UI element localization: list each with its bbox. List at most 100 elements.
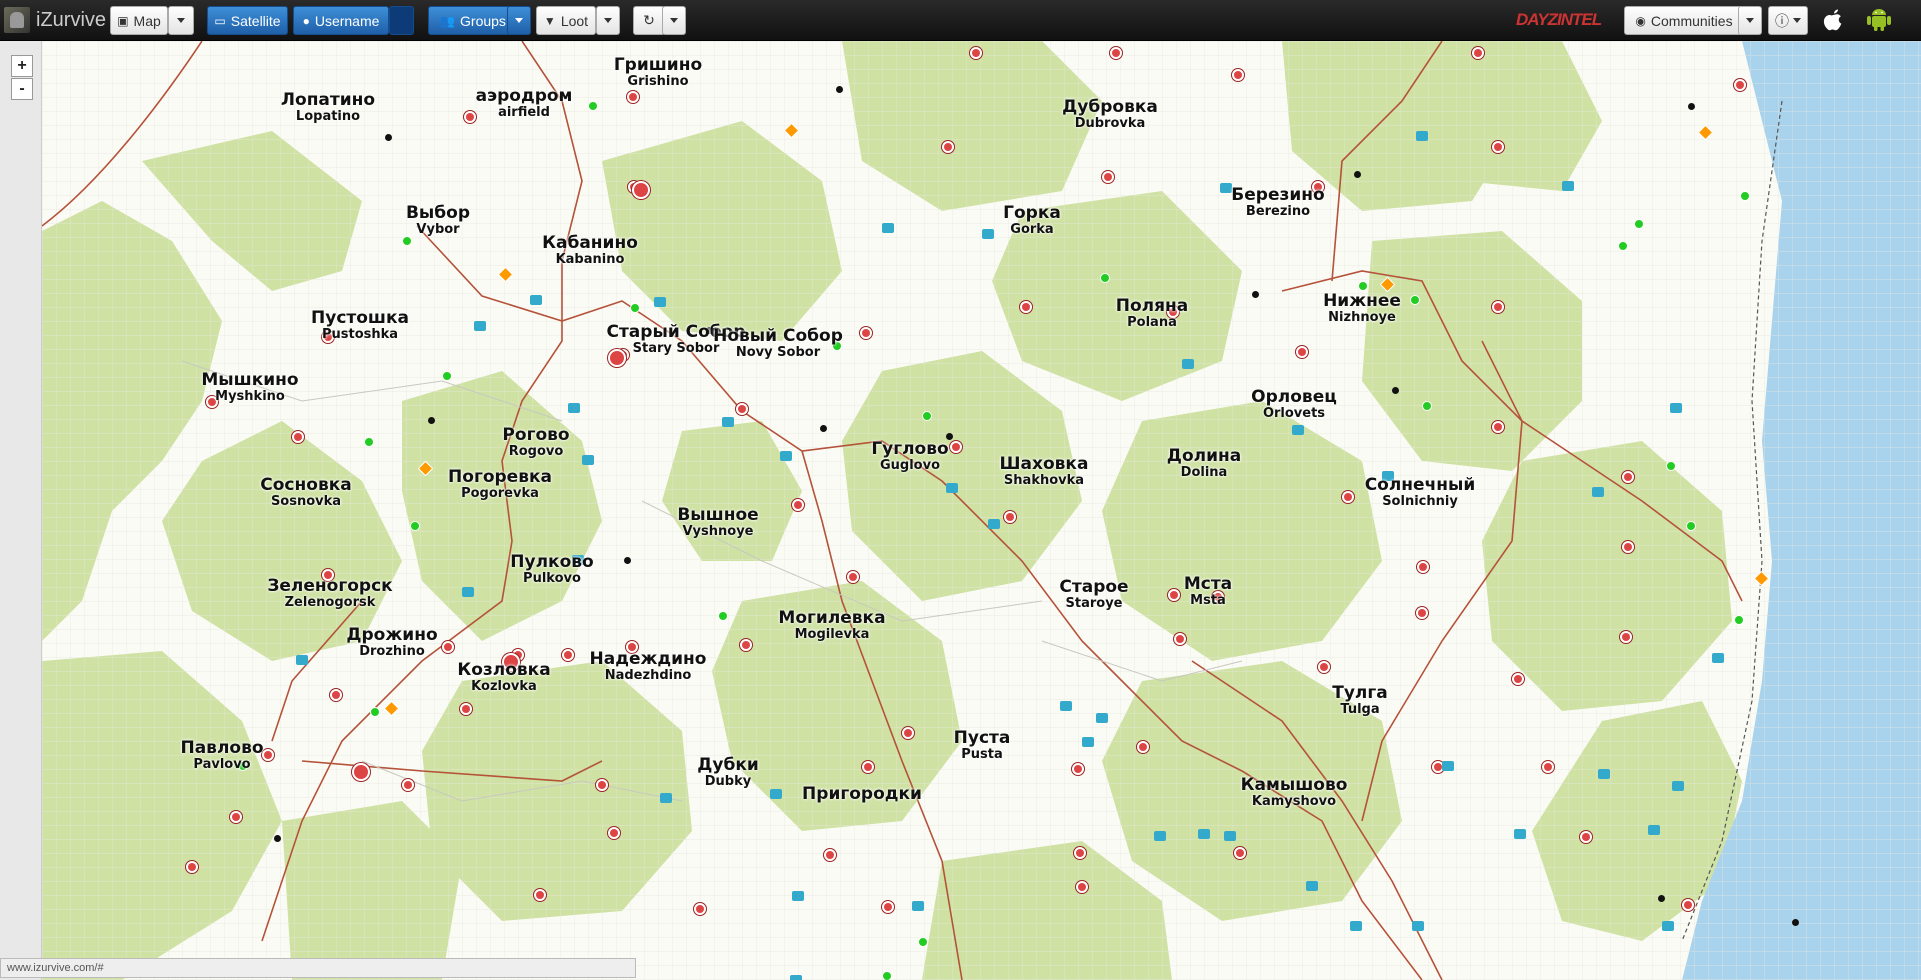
vehicle-marker[interactable] [1618, 241, 1628, 251]
vehicle-marker[interactable] [918, 937, 928, 947]
boat-marker[interactable] [568, 403, 580, 413]
boat-marker[interactable] [882, 223, 894, 233]
boat-marker[interactable] [1562, 181, 1574, 191]
loot-marker[interactable] [860, 327, 872, 339]
loot-marker[interactable] [1168, 589, 1180, 601]
refresh-dropdown[interactable] [662, 6, 686, 35]
boat-marker[interactable] [1662, 921, 1674, 931]
loot-marker[interactable] [1234, 847, 1246, 859]
boat-marker[interactable] [1592, 487, 1604, 497]
loot-marker[interactable] [442, 641, 454, 653]
city-label[interactable]: Зеленогорск Zelenogorsk [267, 578, 392, 610]
city-label[interactable]: Долина Dolina [1167, 448, 1241, 480]
boat-marker[interactable] [1224, 831, 1236, 841]
loot-marker[interactable] [330, 689, 342, 701]
boat-marker[interactable] [1182, 359, 1194, 369]
vehicle-marker[interactable] [364, 437, 374, 447]
city-label[interactable]: Березино Berezino [1231, 187, 1324, 219]
loot-marker[interactable] [736, 403, 748, 415]
vehicle-marker[interactable] [410, 521, 420, 531]
boat-marker[interactable] [912, 901, 924, 911]
loot-marker[interactable] [1492, 141, 1504, 153]
city-label[interactable]: Павлово Pavlovo [180, 740, 263, 772]
loot-marker[interactable] [230, 811, 242, 823]
city-label[interactable]: Пулково Pulkovo [510, 554, 593, 586]
boat-marker[interactable] [1648, 825, 1660, 835]
boat-marker[interactable] [1514, 829, 1526, 839]
city-label[interactable]: Дубки Dubky [697, 757, 759, 789]
city-label[interactable]: Надеждино Nadezhdino [590, 651, 707, 683]
loot-marker[interactable] [1416, 607, 1428, 619]
city-label[interactable]: Гришино Grishino [614, 57, 702, 89]
loot-marker[interactable] [1542, 761, 1554, 773]
boat-marker[interactable] [1598, 769, 1610, 779]
vehicle-marker[interactable] [1422, 401, 1432, 411]
brand[interactable]: iZurvive [4, 6, 106, 34]
military-loot-marker[interactable] [352, 763, 370, 781]
loot-dropdown[interactable] [596, 6, 620, 35]
boat-marker[interactable] [660, 793, 672, 803]
vehicle-marker[interactable] [1358, 281, 1368, 291]
zoom-out-button[interactable]: - [11, 78, 33, 100]
username-button[interactable]: ● Username [293, 6, 389, 35]
loot-marker[interactable] [1342, 491, 1354, 503]
vehicle-marker[interactable] [1734, 615, 1744, 625]
boat-marker[interactable] [1672, 781, 1684, 791]
info-button[interactable]: ⓘ [1768, 6, 1808, 35]
loot-marker[interactable] [1417, 561, 1429, 573]
boat-marker[interactable] [654, 297, 666, 307]
boat-marker[interactable] [530, 295, 542, 305]
loot-marker[interactable] [464, 111, 476, 123]
boat-marker[interactable] [1416, 131, 1428, 141]
loot-marker[interactable] [1620, 631, 1632, 643]
boat-marker[interactable] [1060, 701, 1072, 711]
boat-marker[interactable] [296, 655, 308, 665]
city-label[interactable]: Шаховка Shakhovka [1000, 456, 1089, 488]
loot-marker[interactable] [1622, 471, 1634, 483]
city-label[interactable]: Рогово Rogovo [502, 427, 569, 459]
military-loot-marker[interactable] [632, 181, 650, 199]
loot-marker[interactable] [627, 91, 639, 103]
boat-marker[interactable] [462, 587, 474, 597]
map-layer-button[interactable]: ▣ Map [110, 6, 168, 35]
loot-marker[interactable] [1512, 673, 1524, 685]
boat-marker[interactable] [1198, 829, 1210, 839]
vehicle-marker[interactable] [588, 101, 598, 111]
loot-marker[interactable] [862, 761, 874, 773]
loot-marker[interactable] [882, 901, 894, 913]
refresh-button[interactable]: ↻ [633, 6, 665, 35]
boat-marker[interactable] [1306, 881, 1318, 891]
city-label[interactable]: Поляна Polana [1116, 298, 1189, 330]
satellite-button[interactable]: ▭ Satellite [207, 6, 288, 35]
boat-marker[interactable] [1412, 921, 1424, 931]
city-label[interactable]: Солнечный Solnichniy [1365, 477, 1476, 509]
city-label[interactable]: Мста Msta [1184, 576, 1232, 608]
loot-marker[interactable] [262, 749, 274, 761]
android-icon[interactable] [1866, 8, 1892, 32]
vehicle-marker[interactable] [1100, 273, 1110, 283]
apple-icon[interactable] [1822, 8, 1844, 32]
city-label[interactable]: Нижнее Nizhnoye [1323, 293, 1401, 325]
loot-marker[interactable] [1492, 301, 1504, 313]
map-layer-dropdown[interactable] [168, 6, 194, 35]
loot-marker[interactable] [186, 861, 198, 873]
groups-button[interactable]: 👥 Groups [428, 6, 518, 35]
loot-marker[interactable] [950, 441, 962, 453]
boat-marker[interactable] [1670, 403, 1682, 413]
loot-marker[interactable] [402, 779, 414, 791]
loot-marker[interactable] [1682, 899, 1694, 911]
groups-dropdown[interactable] [507, 6, 531, 35]
loot-marker[interactable] [1137, 741, 1149, 753]
boat-marker[interactable] [582, 455, 594, 465]
boat-marker[interactable] [982, 229, 994, 239]
loot-marker[interactable] [1318, 661, 1330, 673]
communities-button[interactable]: ◉ Communities [1624, 6, 1744, 35]
loot-marker[interactable] [1004, 511, 1016, 523]
loot-marker[interactable] [942, 141, 954, 153]
city-label[interactable]: Сосновка Sosnovka [260, 477, 351, 509]
loot-marker[interactable] [1472, 47, 1484, 59]
city-label[interactable]: Могилевка Mogilevka [778, 610, 885, 642]
city-label[interactable]: Кабанино Kabanino [542, 235, 638, 267]
vehicle-marker[interactable] [1740, 191, 1750, 201]
username-color-button[interactable] [389, 6, 414, 35]
